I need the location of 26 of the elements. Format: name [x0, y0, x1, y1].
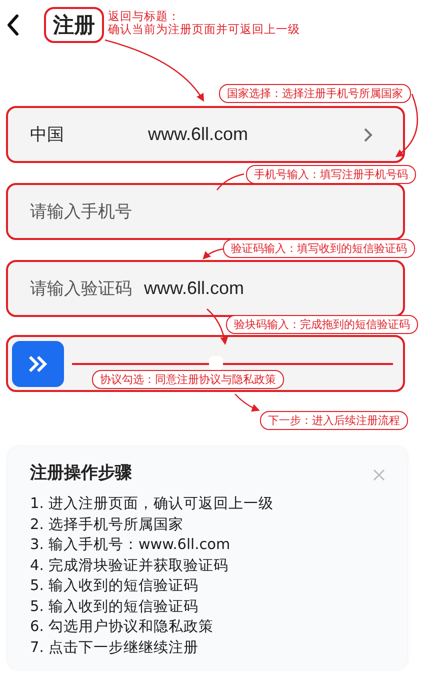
- steps-title: 注册操作步骤: [30, 462, 132, 484]
- annotation-label: 国家选择：选择注册手机号所属国家: [219, 84, 411, 103]
- annotation-label: 下一步：进入后续注册流程: [260, 411, 408, 430]
- country-selector[interactable]: 中国 www.6ll.com: [6, 106, 405, 163]
- annotation-label: 手机号输入：填写注册手机号码: [246, 165, 416, 184]
- step-text: 1. 进入注册页面，确认可返回上一级: [30, 495, 274, 514]
- input-field[interactable]: 请输入手机号: [6, 183, 405, 240]
- annotation-label: 验块码输入：完成拖到的短信验证码: [226, 315, 418, 334]
- step-text: 2. 选择手机号所属国家: [30, 516, 184, 534]
- annotation-label: 返回与标题： 确认当前为注册页面并可返回上一级: [108, 10, 300, 36]
- step-text: 6. 勾选用户协议和隐私政策: [30, 618, 214, 637]
- back-icon[interactable]: [6, 14, 20, 36]
- step-text: 5. 输入收到的短信验证码: [30, 577, 200, 596]
- step-text: 4. 完成滑块验证并获取验证码: [30, 556, 230, 576]
- page-title: 注册: [44, 7, 104, 43]
- annotation-label: 协议勾选：同意注册协议与隐私政策: [92, 370, 284, 389]
- slider-thumb[interactable]: [209, 356, 224, 370]
- slider-handle[interactable]: [12, 340, 64, 386]
- input-field[interactable]: 请输入验证码 www.6ll.com: [6, 260, 405, 317]
- chevron-right-icon: [363, 126, 373, 142]
- annotation-arrow: [202, 248, 224, 260]
- step-text: 3. 输入手机号：www.6ll.com: [30, 536, 232, 555]
- step-text: 5. 输入收到的短信验证码: [30, 598, 200, 616]
- step-text: 7. 点击下一步继继续注册: [30, 638, 200, 658]
- annotation-label: 验证码输入：填写收到的短信验证码: [223, 239, 415, 258]
- annotation-arrow: [234, 394, 260, 412]
